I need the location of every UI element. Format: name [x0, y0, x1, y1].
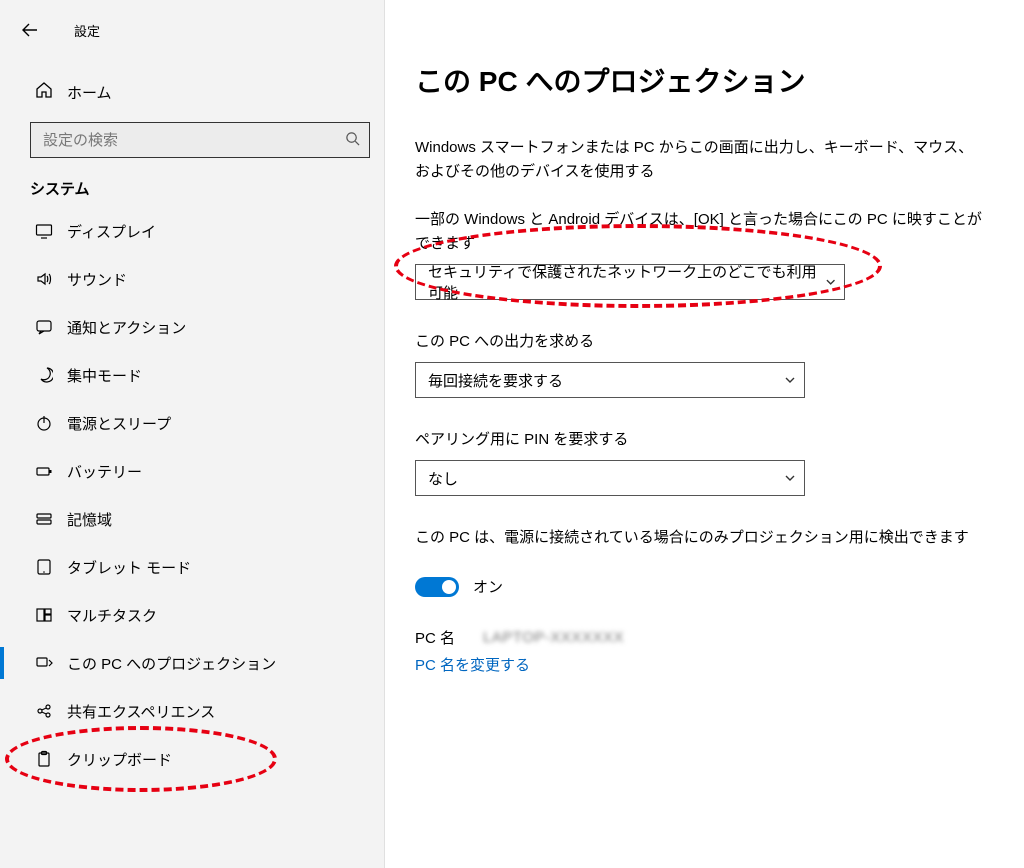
sidebar-home[interactable]: ホーム: [0, 72, 384, 112]
search-box[interactable]: [30, 122, 370, 158]
search-input[interactable]: [31, 132, 335, 149]
clipboard-icon: [35, 750, 67, 768]
sidebar-item-label: マルチタスク: [67, 605, 157, 626]
sidebar-item-label: 通知とアクション: [67, 317, 186, 338]
chevron-down-icon: [784, 472, 796, 484]
sidebar-item-label: 共有エクスペリエンス: [67, 701, 215, 722]
setting-4-toggle-label: オン: [473, 576, 503, 597]
setting-4-label: この PC は、電源に接続されている場合にのみプロジェクション用に検出できます: [415, 526, 984, 550]
pc-name-label: PC 名: [415, 627, 455, 648]
search-wrap: [30, 122, 370, 158]
sidebar-item-0[interactable]: ディスプレイ: [0, 207, 384, 255]
sidebar-item-7[interactable]: タブレット モード: [0, 543, 384, 591]
setting-3-label: ペアリング用に PIN を要求する: [415, 428, 984, 452]
home-icon: [35, 81, 67, 103]
sound-icon: [35, 270, 67, 288]
multitask-icon: [35, 606, 67, 624]
window-title: 設定: [74, 21, 100, 40]
search-icon: [335, 131, 369, 150]
sidebar-item-1[interactable]: サウンド: [0, 255, 384, 303]
notify-icon: [35, 318, 67, 336]
power-icon: [35, 414, 67, 432]
sidebar-item-label: ディスプレイ: [67, 221, 156, 242]
setting-4-toggle[interactable]: [415, 577, 459, 597]
setting-1-value: セキュリティで保護されたネットワーク上のどこでも利用可能: [428, 261, 825, 303]
setting-3-value: なし: [428, 468, 458, 489]
sidebar-item-4[interactable]: 電源とスリープ: [0, 399, 384, 447]
sidebar-item-6[interactable]: 記憶域: [0, 495, 384, 543]
chevron-down-icon: [784, 374, 796, 386]
sidebar-item-label: サウンド: [67, 269, 127, 290]
main-content: この PC へのプロジェクション Windows スマートフォンまたは PC か…: [385, 0, 1024, 868]
setting-3-dropdown[interactable]: なし: [415, 460, 805, 496]
sidebar-item-9[interactable]: この PC へのプロジェクション: [0, 639, 384, 687]
setting-2-label: この PC への出力を求める: [415, 330, 984, 354]
sidebar-item-5[interactable]: バッテリー: [0, 447, 384, 495]
page-intro: Windows スマートフォンまたは PC からこの画面に出力し、キーボード、マ…: [415, 136, 984, 184]
share-icon: [35, 702, 67, 720]
sidebar-item-label: 記憶域: [67, 509, 112, 530]
titlebar-row: 設定: [0, 10, 384, 50]
sidebar: 設定 ホーム システム ディスプレイサウンド通知とアクション集中モード電源とスリ…: [0, 0, 385, 868]
back-button[interactable]: [10, 10, 50, 50]
focus-icon: [35, 366, 67, 384]
setting-4-toggle-row: オン: [415, 576, 984, 597]
sidebar-item-11[interactable]: クリップボード: [0, 735, 384, 783]
sidebar-item-label: タブレット モード: [67, 557, 191, 578]
sidebar-nav: ディスプレイサウンド通知とアクション集中モード電源とスリープバッテリー記憶域タブ…: [0, 207, 384, 783]
pc-name-value: LAPTOP-XXXXXXX: [483, 629, 624, 646]
back-arrow-icon: [22, 22, 38, 38]
sidebar-item-8[interactable]: マルチタスク: [0, 591, 384, 639]
display-icon: [35, 222, 67, 240]
chevron-down-icon: [825, 276, 836, 288]
sidebar-item-label: クリップボード: [67, 749, 172, 770]
sidebar-home-label: ホーム: [67, 82, 112, 103]
rename-pc-link[interactable]: PC 名を変更する: [415, 654, 530, 675]
battery-icon: [35, 462, 67, 480]
sidebar-item-label: この PC へのプロジェクション: [67, 653, 276, 674]
setting-2-value: 毎回接続を要求する: [428, 370, 563, 391]
sidebar-item-2[interactable]: 通知とアクション: [0, 303, 384, 351]
pc-name-row: PC 名 LAPTOP-XXXXXXX: [415, 627, 984, 648]
storage-icon: [35, 510, 67, 528]
page-title: この PC へのプロジェクション: [415, 60, 984, 100]
sidebar-item-10[interactable]: 共有エクスペリエンス: [0, 687, 384, 735]
sidebar-item-label: 集中モード: [67, 365, 142, 386]
tablet-icon: [35, 558, 67, 576]
setting-1-label: 一部の Windows と Android デバイスは、[OK] と言った場合に…: [415, 208, 984, 256]
sidebar-item-label: バッテリー: [67, 461, 142, 482]
sidebar-item-3[interactable]: 集中モード: [0, 351, 384, 399]
setting-1-dropdown[interactable]: セキュリティで保護されたネットワーク上のどこでも利用可能: [415, 264, 845, 300]
sidebar-category: システム: [30, 178, 384, 199]
setting-2-dropdown[interactable]: 毎回接続を要求する: [415, 362, 805, 398]
project-icon: [35, 654, 67, 672]
sidebar-item-label: 電源とスリープ: [67, 413, 171, 434]
toggle-knob: [442, 580, 456, 594]
